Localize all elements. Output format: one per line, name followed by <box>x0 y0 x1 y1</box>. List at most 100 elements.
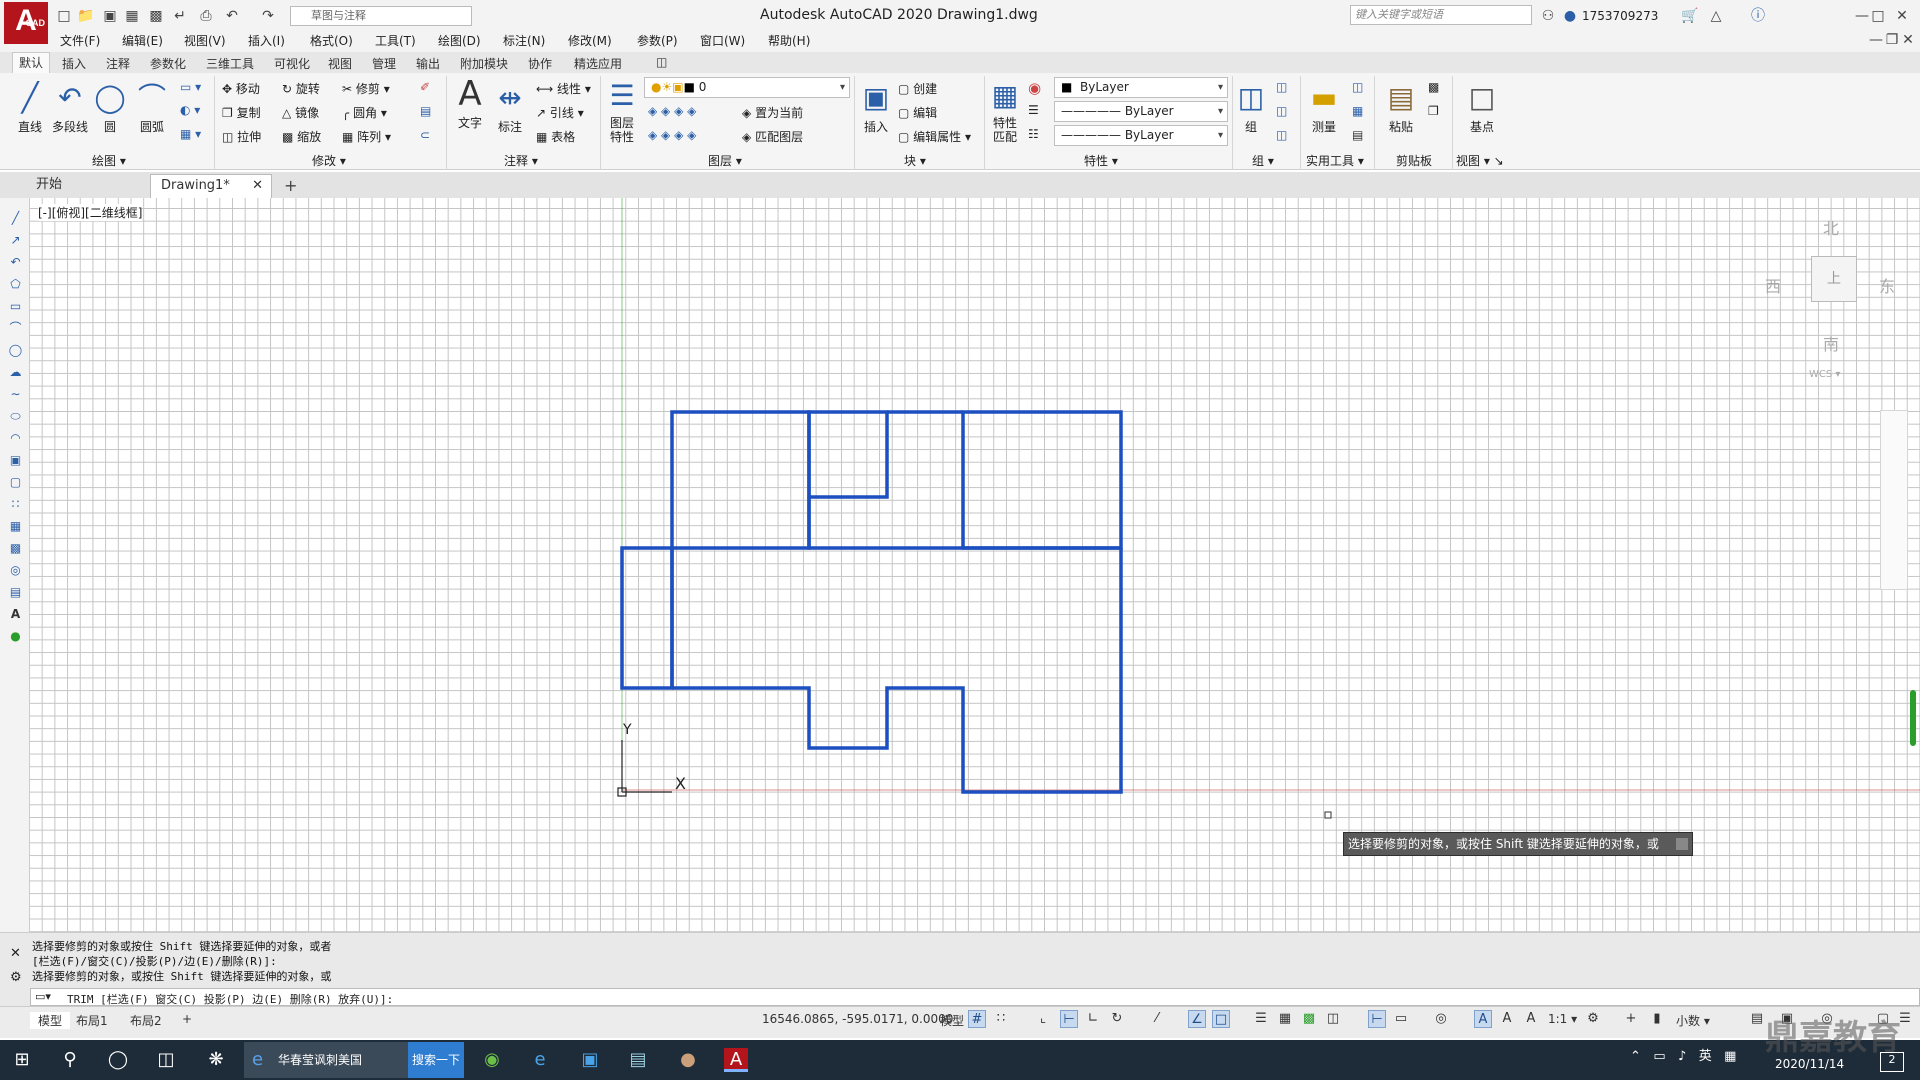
utilities-panel-label[interactable]: 实用工具 ▾ <box>1306 152 1364 169</box>
viewcube-south[interactable]: 南 <box>1823 331 1839 355</box>
hatch-tool-icon[interactable]: ▦ <box>7 518 24 534</box>
viewport-controls[interactable]: [-][俯视][二维线框] <box>38 204 143 221</box>
ellipse-tool-icon[interactable]: ⬭ <box>7 408 24 424</box>
edit-attributes-button[interactable]: ▢ 编辑属性 ▾ <box>898 128 971 145</box>
tab-addins[interactable]: 附加模块 <box>454 54 514 73</box>
coordinates-readout[interactable]: 16546.0865, -595.0171, 0.0000 <box>762 1012 953 1026</box>
menu-view[interactable]: 视图(V) <box>184 32 226 49</box>
trim-button[interactable]: ✂ 修剪 ▾ <box>342 80 390 97</box>
match-layer-button[interactable]: ◈ 匹配图层 <box>742 128 803 145</box>
circle-tool-icon[interactable]: ◯ <box>7 342 24 358</box>
volume-icon[interactable]: ♪ <box>1678 1049 1686 1064</box>
scale-button[interactable]: ▩ 缩放 <box>282 128 321 145</box>
object-snap-icon[interactable]: □ <box>1212 1010 1230 1028</box>
arc-tool-icon[interactable]: ⌒ <box>7 320 24 336</box>
pinwheel-app-icon[interactable]: ❋ <box>204 1048 228 1072</box>
a360-icon[interactable]: △ <box>1706 6 1726 26</box>
array-button[interactable]: ▦ 阵列 ▾ <box>342 128 391 145</box>
measure-button[interactable]: ▬ 测量 <box>1304 78 1344 135</box>
text-button[interactable]: A 文字 <box>452 74 488 131</box>
lineweight-toggle-icon[interactable]: ☰ <box>1252 1010 1270 1028</box>
leader-button[interactable]: ↗ 引线 ▾ <box>536 104 584 121</box>
stretch-button[interactable]: ◫ 拉伸 <box>222 128 261 145</box>
tab-default[interactable]: 默认 <box>12 52 51 74</box>
command-close-icon[interactable]: ✕ <box>10 946 21 961</box>
tab-output[interactable]: 输出 <box>410 54 446 73</box>
viewcube-west[interactable]: 西 <box>1765 273 1781 297</box>
avatar-app-icon[interactable]: ● <box>676 1048 700 1072</box>
units-select[interactable]: 小数 ▾ <box>1676 1012 1710 1029</box>
selection-filter-icon[interactable]: ▭ <box>1392 1010 1410 1028</box>
menu-parametric[interactable]: 参数(P) <box>637 32 678 49</box>
construction-line-icon[interactable]: ↗ <box>7 232 24 248</box>
model-space-button[interactable]: 模型 <box>940 1012 964 1029</box>
action-center-icon[interactable]: 2 <box>1880 1052 1904 1072</box>
tab-manage[interactable]: 管理 <box>366 54 402 73</box>
maximize-icon[interactable]: □ <box>1868 6 1888 26</box>
arc-button[interactable]: ⌒ 圆弧 <box>132 78 172 135</box>
calculator-icon[interactable]: ▤ <box>1352 128 1363 142</box>
close-icon[interactable]: ✕ <box>1892 6 1912 26</box>
menu-tools[interactable]: 工具(T) <box>375 32 416 49</box>
auto-scale-icon[interactable]: A <box>1498 1010 1516 1028</box>
application-menu-button[interactable]: A CAD <box>4 2 48 44</box>
color-select[interactable]: ■ ByLayer <box>1054 77 1228 98</box>
group-edit-icon[interactable]: ◫ <box>1276 104 1287 118</box>
rectangle-tool-icon[interactable]: ▭ <box>7 298 24 314</box>
gradient-icon[interactable]: ▦ ▾ <box>180 127 201 141</box>
revcloud-tool-icon[interactable]: ☁ <box>7 364 24 380</box>
snap-icon[interactable]: ∷ <box>992 1010 1010 1028</box>
menu-edit[interactable]: 编辑(E) <box>122 32 163 49</box>
linetype-icon[interactable]: ☰ <box>1028 103 1039 117</box>
print-icon[interactable]: ⎙ <box>196 6 216 26</box>
selection-cycling-icon[interactable]: ▩ <box>1300 1010 1318 1028</box>
redo-icon[interactable]: ↷ <box>258 6 278 26</box>
fillet-button[interactable]: ╭ 圆角 ▾ <box>342 104 387 121</box>
paste-button[interactable]: ▤ 粘贴 <box>1380 78 1422 135</box>
annotation-monitor-icon[interactable]: + <box>1622 1010 1640 1028</box>
command-customize-icon[interactable]: ⚙ <box>10 970 22 985</box>
move-button[interactable]: ✥ 移动 <box>222 80 260 97</box>
tab-parametric[interactable]: 参数化 <box>144 54 192 73</box>
lineweight-icon[interactable]: ☷ <box>1028 127 1039 141</box>
tab-visualize[interactable]: 可视化 <box>268 54 316 73</box>
close-tab-icon[interactable]: ✕ <box>252 175 263 197</box>
grid-icon[interactable]: # <box>968 1010 986 1028</box>
vertical-scrollbar[interactable] <box>1910 690 1916 746</box>
dynamic-input-icon[interactable]: ⊢ <box>1060 1010 1078 1028</box>
menu-window[interactable]: 窗口(W) <box>700 32 745 49</box>
group-select-icon[interactable]: ◫ <box>1276 128 1287 142</box>
ime-mode-icon[interactable]: ▦ <box>1724 1049 1736 1064</box>
command-input[interactable]: ▭▾ TRIM [栏选(F) 窗交(C) 投影(P) 边(E) 删除(R) 放弃(… <box>30 988 1920 1006</box>
tab-insert[interactable]: 插入 <box>56 54 92 73</box>
wps-icon[interactable]: ▣ <box>578 1048 602 1072</box>
cut-clip-icon[interactable]: ❐ <box>1428 104 1439 118</box>
layer-select[interactable]: ●☀▣■ 0 <box>644 77 850 98</box>
windows-start-icon[interactable]: ⊞ <box>10 1048 34 1072</box>
new-tab-icon[interactable]: + <box>284 176 297 195</box>
tab-layout1[interactable]: 布局1 <box>76 1012 108 1029</box>
publish-icon[interactable]: ▩ <box>146 6 166 26</box>
hatch-icon[interactable]: ◐ ▾ <box>180 103 200 117</box>
menu-modify[interactable]: 修改(M) <box>568 32 612 49</box>
spline-tool-icon[interactable]: ∼ <box>7 386 24 402</box>
offset-icon[interactable]: ⊂ <box>420 128 430 142</box>
insert-block-tool-icon[interactable]: ▣ <box>7 452 24 468</box>
baidu-search-button[interactable]: 搜索一下 <box>408 1042 464 1078</box>
viewcube-east[interactable]: 东 <box>1879 273 1895 297</box>
workspace-gear-icon[interactable]: ⚙ <box>1584 1010 1602 1028</box>
annotation-panel-label[interactable]: 注释 ▾ <box>504 152 538 169</box>
task-view-icon[interactable]: ◫ <box>154 1048 178 1072</box>
network-icon[interactable]: ▭ <box>1653 1049 1665 1064</box>
line-button[interactable]: ╱ 直线 <box>10 78 50 135</box>
point-tool-icon[interactable]: ∷ <box>7 496 24 512</box>
infer-constraints-icon[interactable]: ⌞ <box>1034 1010 1052 1028</box>
table-button[interactable]: ▦ 表格 <box>536 128 575 145</box>
menu-format[interactable]: 格式(O) <box>310 32 353 49</box>
browser-task[interactable]: e 华春莹讽刺美国 <box>244 1042 408 1078</box>
wcs-menu[interactable]: WCS ▾ <box>1809 369 1840 380</box>
menu-file[interactable]: 文件(F) <box>60 32 100 49</box>
layers-panel-label[interactable]: 图层 ▾ <box>708 152 742 169</box>
copy-clip-icon[interactable]: ▩ <box>1428 80 1439 94</box>
rotate-button[interactable]: ↻ 旋转 <box>282 80 320 97</box>
